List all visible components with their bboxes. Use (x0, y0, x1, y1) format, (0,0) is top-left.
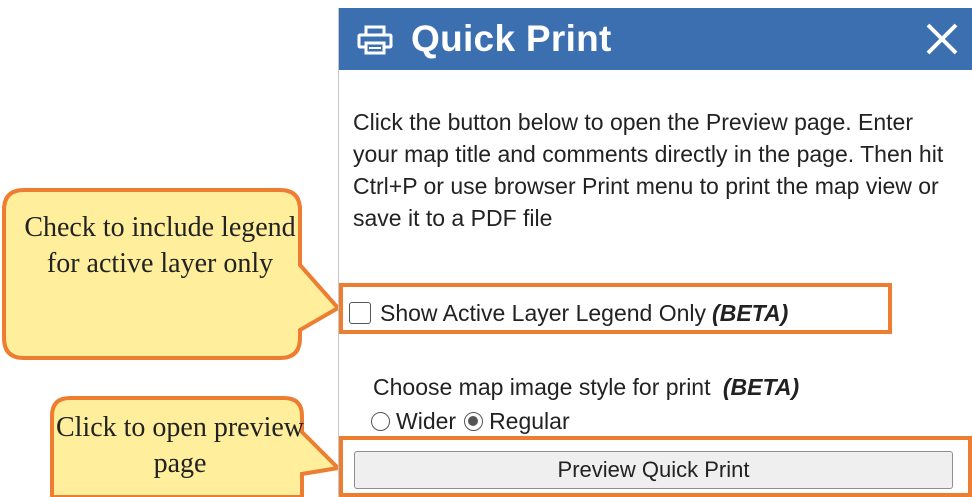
preview-button-highlight (339, 436, 972, 497)
dialog-title: Quick Print (411, 18, 612, 59)
image-style-options: Wider Regular (371, 406, 578, 436)
quick-print-dialog: Quick Print Click the button below to op… (338, 8, 972, 497)
image-style-text: Choose map image style for print (373, 374, 711, 400)
callout-legend-text: Check to include legend for active layer… (24, 212, 296, 279)
wider-radio[interactable] (371, 411, 390, 431)
dialog-description: Click the button below to open the Previ… (353, 109, 944, 231)
legend-option-highlight (339, 283, 892, 334)
close-icon[interactable] (923, 20, 961, 58)
dialog-header: Quick Print (339, 8, 972, 70)
callout-preview-text: Click to open preview page (55, 412, 305, 479)
printer-icon (357, 25, 393, 55)
image-style-label: Choose map image style for print (BETA) (373, 372, 799, 402)
wider-label[interactable]: Wider (396, 408, 456, 435)
image-style-beta-tag: (BETA) (722, 374, 800, 400)
regular-label[interactable]: Regular (489, 408, 570, 435)
regular-radio[interactable] (464, 411, 484, 431)
